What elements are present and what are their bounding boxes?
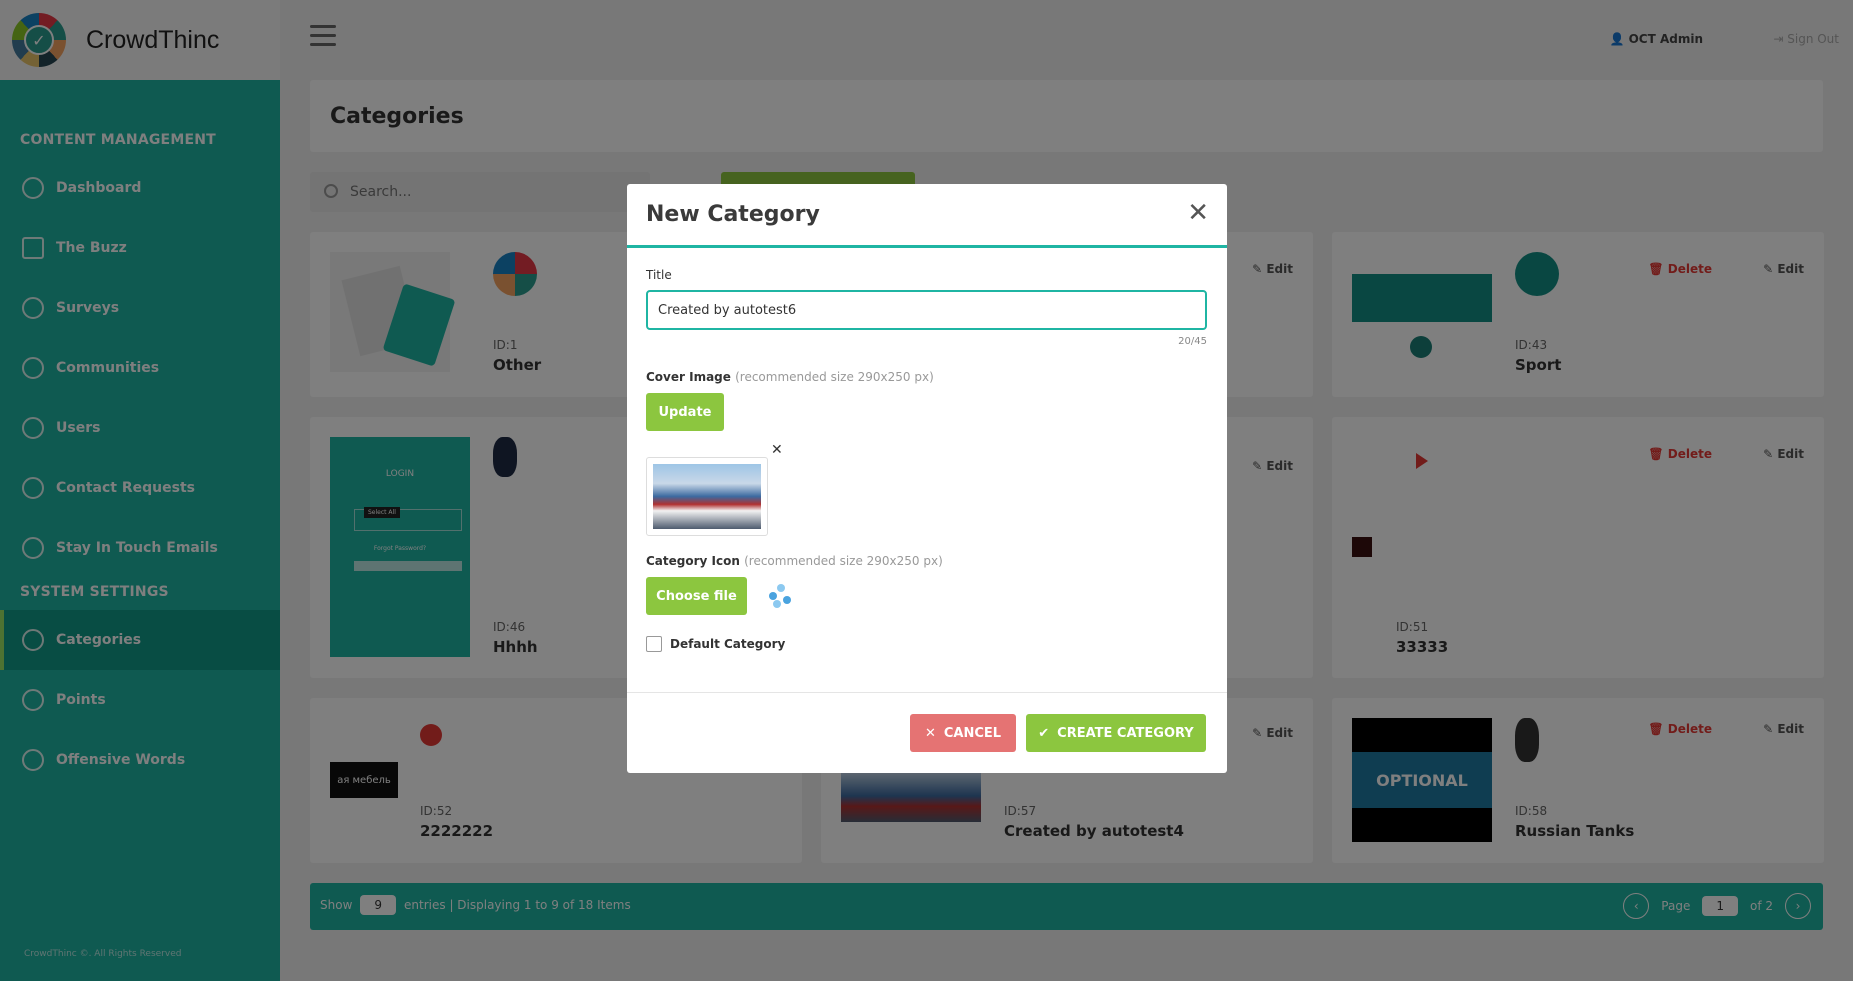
cover-image-preview: [646, 457, 768, 536]
remove-image-icon[interactable]: ✕: [771, 442, 783, 458]
default-category-checkbox[interactable]: [646, 636, 662, 652]
create-label: CREATE CATEGORY: [1057, 725, 1194, 741]
modal-header: New Category ✕: [627, 184, 1227, 248]
default-category-label: Default Category: [670, 637, 786, 651]
new-category-modal: New Category ✕ Title 20/45 Cover Image (…: [627, 184, 1227, 773]
cover-image-label-text: Cover Image: [646, 370, 731, 384]
cover-image-label: Cover Image (recommended size 290x250 px…: [646, 370, 934, 384]
modal-divider: [627, 692, 1227, 693]
update-button[interactable]: Update: [646, 393, 724, 431]
category-icon-label-text: Category Icon: [646, 554, 740, 568]
check-circle-icon: ✔: [1038, 725, 1050, 741]
cover-image-hint: (recommended size 290x250 px): [735, 370, 934, 384]
create-category-button[interactable]: ✔ CREATE CATEGORY: [1026, 714, 1206, 752]
x-icon: ✕: [924, 725, 936, 741]
close-icon[interactable]: ✕: [1187, 198, 1209, 228]
category-icon-hint: (recommended size 290x250 px): [744, 554, 943, 568]
title-input[interactable]: [646, 290, 1207, 330]
modal-title: New Category: [646, 202, 820, 227]
rowing-image: [653, 464, 761, 529]
category-icon-label: Category Icon (recommended size 290x250 …: [646, 554, 943, 568]
cancel-label: CANCEL: [943, 725, 1002, 741]
choose-file-button[interactable]: Choose file: [646, 577, 747, 615]
loading-spinner-icon: [769, 584, 793, 608]
title-label: Title: [646, 268, 672, 282]
char-counter: 20/45: [1178, 336, 1207, 347]
cancel-button[interactable]: ✕ CANCEL: [910, 714, 1016, 752]
